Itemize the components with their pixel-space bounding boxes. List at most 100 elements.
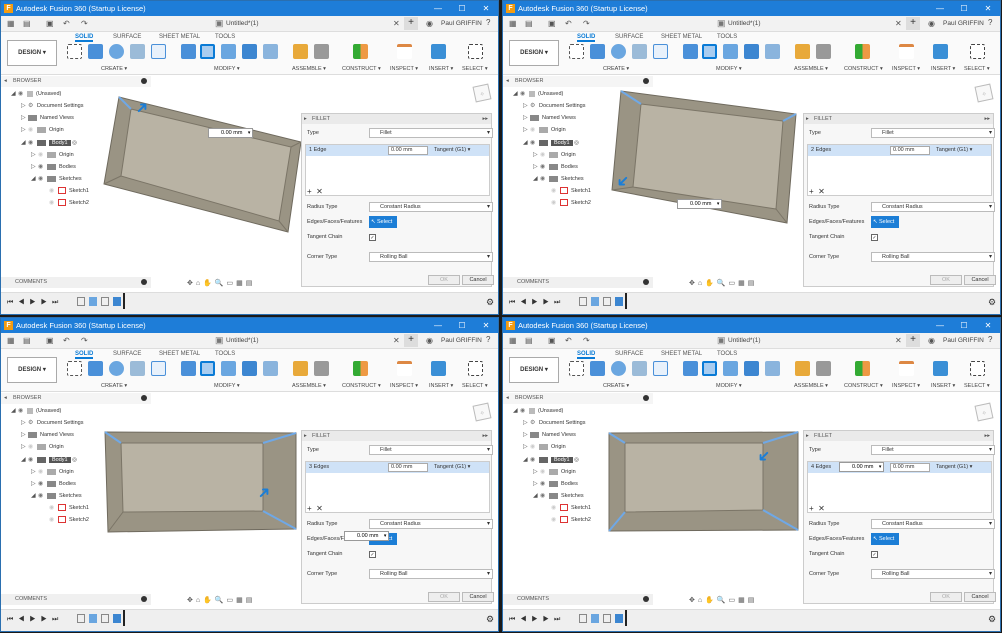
comments-toggle-icon[interactable] xyxy=(141,596,147,602)
pattern-icon[interactable] xyxy=(151,361,166,376)
hole-icon[interactable] xyxy=(130,361,145,376)
orbit-icon[interactable]: ✥ xyxy=(187,280,196,287)
group-assemble[interactable]: ASSEMBLE ▾ xyxy=(794,66,828,72)
remove-icon[interactable]: ✕ xyxy=(316,504,323,513)
group-inspect[interactable]: INSPECT ▾ xyxy=(390,66,418,72)
group-insert[interactable]: INSERT ▾ xyxy=(931,383,955,389)
radius-type-dropdown[interactable]: Constant Radius xyxy=(871,519,995,529)
help-icon[interactable]: ? xyxy=(988,18,992,27)
tangent-chain-checkbox[interactable]: ✓ xyxy=(369,234,376,241)
radius-type-dropdown[interactable]: Constant Radius xyxy=(369,519,493,529)
extrude-icon[interactable] xyxy=(590,44,605,59)
timeline-sketch-icon[interactable] xyxy=(101,297,109,306)
offset-plane-icon[interactable] xyxy=(855,44,870,59)
grid-menu-icon[interactable]: ▦ xyxy=(509,19,517,28)
insert-image-icon[interactable] xyxy=(933,361,948,376)
timeline-feature-icon[interactable] xyxy=(113,614,121,623)
pan-icon[interactable]: ✋ xyxy=(203,280,215,287)
timeline-feature-icon[interactable] xyxy=(615,614,623,623)
help-icon[interactable]: ? xyxy=(486,18,490,27)
select-icon[interactable] xyxy=(970,44,985,59)
chamfer-icon[interactable] xyxy=(723,361,738,376)
group-construct[interactable]: CONSTRUCT ▾ xyxy=(844,66,883,72)
tab-solid[interactable]: SOLID xyxy=(577,34,596,42)
comments-toggle-icon[interactable] xyxy=(643,596,649,602)
joint-icon[interactable] xyxy=(816,44,831,59)
shell-icon[interactable] xyxy=(744,361,759,376)
3d-viewport[interactable]: ➜ xyxy=(503,87,803,277)
close-tab-icon[interactable]: ✕ xyxy=(393,336,400,345)
group-modify[interactable]: MODIFY ▾ xyxy=(214,66,240,72)
model-canvas[interactable]: ➜ xyxy=(1,404,301,594)
cancel-button[interactable]: Cancel xyxy=(964,275,996,285)
model-canvas[interactable]: ➜ xyxy=(1,87,302,277)
group-assemble[interactable]: ASSEMBLE ▾ xyxy=(794,383,828,389)
offset-plane-icon[interactable] xyxy=(353,361,368,376)
orbit-icon[interactable]: ✥ xyxy=(689,280,698,287)
job-status-icon[interactable]: ◉ xyxy=(426,336,433,345)
revolve-icon[interactable] xyxy=(611,361,626,376)
tab-tools[interactable]: TOOLS xyxy=(717,34,737,40)
zoom-icon[interactable]: 🔍 xyxy=(215,280,227,287)
chamfer-icon[interactable] xyxy=(221,44,236,59)
view-cube-icon[interactable]: ◇ xyxy=(974,83,994,103)
model-canvas[interactable]: ➜ xyxy=(503,404,803,594)
new-tab-button[interactable]: + xyxy=(404,334,418,347)
ok-button[interactable]: OK xyxy=(428,592,460,602)
grid-icon[interactable]: ▦ xyxy=(236,597,246,604)
group-inspect[interactable]: INSPECT ▾ xyxy=(892,383,920,389)
fillet-icon[interactable] xyxy=(200,361,215,376)
box-cavity[interactable] xyxy=(624,442,764,513)
insert-image-icon[interactable] xyxy=(431,44,446,59)
radius-manipulator-input[interactable]: 0.00 mm xyxy=(677,199,723,209)
press-pull-icon[interactable] xyxy=(683,44,698,59)
grid-menu-icon[interactable]: ▦ xyxy=(7,19,15,28)
file-icon[interactable]: ▤ xyxy=(23,336,31,345)
new-component-icon[interactable] xyxy=(795,361,810,376)
zoom-icon[interactable]: 🔍 xyxy=(717,597,729,604)
3d-viewport[interactable]: ➜ xyxy=(1,404,301,594)
fillet-header[interactable]: ▸ FILLET ▸▸ xyxy=(804,431,993,441)
timeline-marker[interactable] xyxy=(625,610,627,626)
model-canvas[interactable]: ➜ xyxy=(503,87,803,277)
workspace-switcher[interactable]: DESIGN ▾ xyxy=(7,40,57,66)
timeline-sketch-icon[interactable] xyxy=(603,614,611,623)
close-tab-icon[interactable]: ✕ xyxy=(895,19,902,28)
type-dropdown[interactable]: Fillet xyxy=(871,128,995,138)
pan-icon[interactable]: ✋ xyxy=(705,280,717,287)
job-status-icon[interactable]: ◉ xyxy=(928,336,935,345)
timeline-marker[interactable] xyxy=(123,610,125,626)
press-pull-icon[interactable] xyxy=(683,361,698,376)
radius-input[interactable]: 0.00 mm xyxy=(890,463,930,472)
combine-icon[interactable] xyxy=(263,361,278,376)
save-icon[interactable]: ▣ xyxy=(548,336,556,345)
close-icon[interactable]: ✕ xyxy=(474,4,498,13)
display-icon[interactable]: ▭ xyxy=(227,280,237,287)
group-construct[interactable]: CONSTRUCT ▾ xyxy=(342,383,381,389)
workspace-switcher[interactable]: DESIGN ▾ xyxy=(7,357,57,383)
comments-bar[interactable]: COMMENTS xyxy=(1,277,151,288)
radius-input[interactable]: 0.00 mm xyxy=(388,146,428,155)
file-icon[interactable]: ▤ xyxy=(23,19,31,28)
insert-image-icon[interactable] xyxy=(431,361,446,376)
browser-pin-icon[interactable] xyxy=(141,395,147,401)
group-select[interactable]: SELECT ▾ xyxy=(462,66,488,72)
group-assemble[interactable]: ASSEMBLE ▾ xyxy=(292,383,326,389)
group-insert[interactable]: INSERT ▾ xyxy=(931,66,955,72)
timeline-sketch-icon[interactable] xyxy=(77,614,85,623)
minimize-icon[interactable]: — xyxy=(928,4,952,13)
timeline-sketch-icon[interactable] xyxy=(101,614,109,623)
radius-type-dropdown[interactable]: Constant Radius xyxy=(871,202,995,212)
timeline-settings-icon[interactable]: ⚙ xyxy=(486,297,494,308)
remove-icon[interactable]: ✕ xyxy=(818,187,825,196)
group-inspect[interactable]: INSPECT ▾ xyxy=(390,383,418,389)
tangent-dropdown[interactable]: Tangent (G1) ▾ xyxy=(434,145,470,156)
pan-icon[interactable]: ✋ xyxy=(705,597,717,604)
joint-icon[interactable] xyxy=(816,361,831,376)
tab-sheet-metal[interactable]: SHEET METAL xyxy=(159,351,200,357)
3d-viewport[interactable]: ➜ xyxy=(503,404,803,594)
type-dropdown[interactable]: Fillet xyxy=(369,128,493,138)
comments-bar[interactable]: COMMENTS xyxy=(503,277,653,288)
combine-icon[interactable] xyxy=(765,44,780,59)
group-select[interactable]: SELECT ▾ xyxy=(462,383,488,389)
